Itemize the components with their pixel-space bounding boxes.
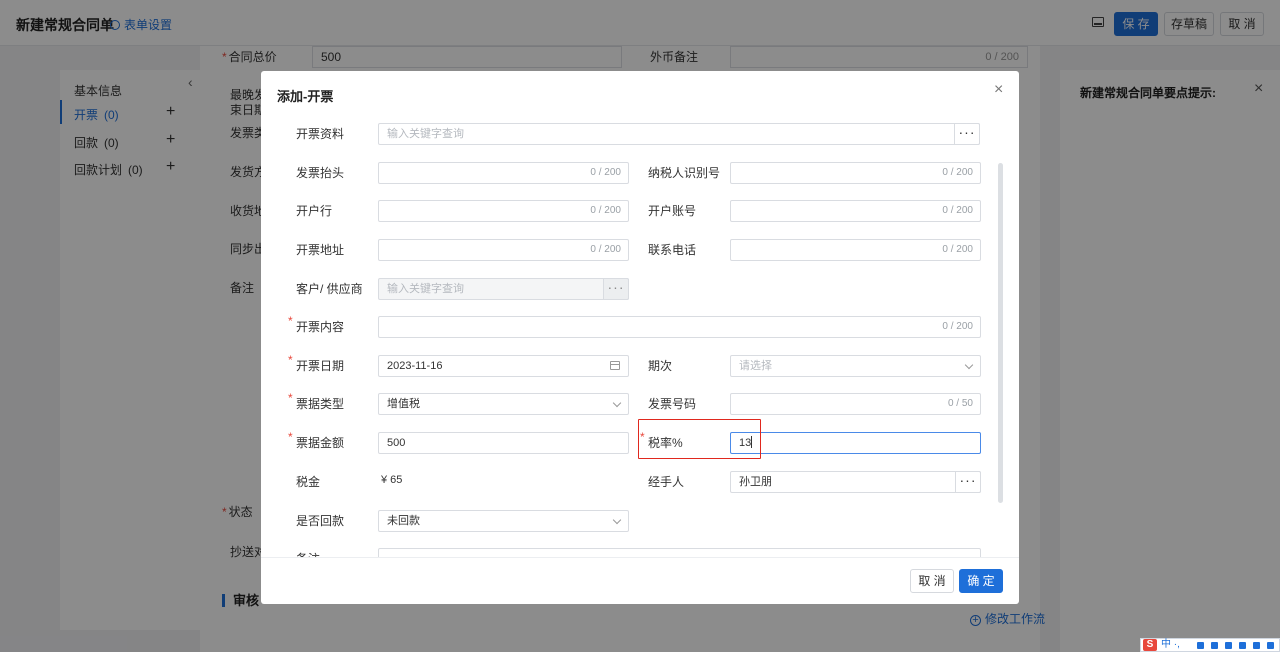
invoice-no-input[interactable]: 0 / 50 (730, 393, 981, 415)
customer-label: 客户/ 供应商 (296, 282, 363, 296)
phone-label: 联系电话 (648, 243, 697, 257)
tax-rate-input[interactable]: 13 (730, 432, 981, 454)
ime-toolbar[interactable]: S 中 ·, (1140, 638, 1280, 652)
date-picker[interactable]: 2023-11-16 (378, 355, 629, 377)
bank-label: 开户行 (296, 204, 333, 218)
tax-rate-highlight-box (638, 419, 761, 459)
period-label: 期次 (648, 359, 673, 373)
mic-icon[interactable] (1211, 642, 1218, 649)
chevron-down-icon (612, 515, 622, 525)
handler-input[interactable]: 孙卫朋 ··· (730, 471, 981, 493)
customer-input: 输入关键字查询 ··· (378, 278, 629, 300)
modal-cancel-button[interactable]: 取 消 (910, 569, 954, 593)
remark-label: 备注 (296, 550, 320, 557)
account-input[interactable]: 0 / 200 (730, 200, 981, 222)
address-input[interactable]: 0 / 200 (378, 239, 629, 261)
calendar-icon (610, 361, 620, 370)
modal-scrollbar[interactable] (998, 163, 1003, 503)
phone-input[interactable]: 0 / 200 (730, 239, 981, 261)
invoice-info-more-button[interactable]: ··· (954, 123, 980, 145)
tax-label: 税金 (296, 475, 321, 489)
invoice-info-input[interactable]: 输入关键字查询 ··· (378, 123, 980, 145)
modal-footer: 取 消 确 定 (261, 557, 1019, 604)
invoice-header-label: 发票抬头 (296, 166, 345, 180)
ime-mode: 中 ·, (1161, 639, 1180, 650)
invoice-info-label: 开票资料 (296, 127, 345, 141)
toolbox-icon[interactable] (1239, 642, 1246, 649)
keyboard-icon[interactable] (1225, 642, 1232, 649)
period-select[interactable]: 请选择 (730, 355, 981, 377)
content-label: * 开票内容 (288, 314, 345, 334)
close-icon[interactable]: × (994, 81, 1003, 99)
bank-input[interactable]: 0 / 200 (378, 200, 629, 222)
account-label: 开户账号 (648, 204, 697, 218)
repaid-select[interactable]: 未回款 (378, 510, 629, 532)
modal-body: 开票资料 输入关键字查询 ··· 发票抬头 0 / 200 纳税人识别号 0 /… (261, 119, 1019, 557)
amount-input[interactable]: 500 (378, 432, 629, 454)
sogou-logo-icon: S (1143, 639, 1157, 651)
chevron-down-icon (612, 398, 622, 408)
skin-icon[interactable] (1253, 642, 1260, 649)
chevron-down-icon (964, 360, 974, 370)
address-label: 开票地址 (296, 243, 345, 257)
repaid-label: 是否回款 (296, 514, 345, 528)
modal-title: 添加-开票 (277, 89, 334, 104)
bill-type-select[interactable]: 增值税 (378, 393, 629, 415)
add-invoice-modal: 添加-开票 × 开票资料 输入关键字查询 ··· 发票抬头 0 / 200 纳税… (261, 71, 1019, 604)
amount-label: * 票据金额 (288, 430, 345, 450)
emoji-icon[interactable] (1197, 642, 1204, 649)
invoice-header-input[interactable]: 0 / 200 (378, 162, 629, 184)
customer-more-button: ··· (603, 278, 629, 300)
taxpayer-id-input[interactable]: 0 / 200 (730, 162, 981, 184)
bill-type-label: * 票据类型 (288, 391, 345, 411)
taxpayer-id-label: 纳税人识别号 (648, 166, 721, 180)
invoice-no-label: 发票号码 (648, 397, 697, 411)
modal-confirm-button[interactable]: 确 定 (959, 569, 1003, 593)
handler-label: 经手人 (648, 475, 685, 489)
date-label: * 开票日期 (288, 353, 345, 373)
menu-icon[interactable] (1267, 642, 1274, 649)
handler-more-button[interactable]: ··· (955, 471, 981, 493)
content-input[interactable]: 0 / 200 (378, 316, 981, 338)
remark-textarea[interactable] (378, 548, 981, 557)
tax-value: ¥ 65 (381, 474, 403, 486)
